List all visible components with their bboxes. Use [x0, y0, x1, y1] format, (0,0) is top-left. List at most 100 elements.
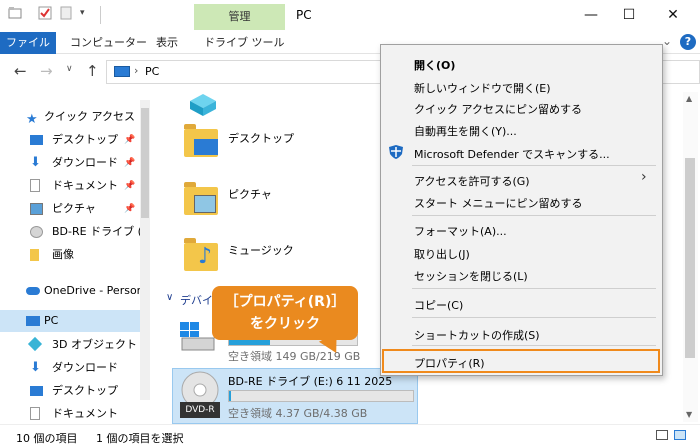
sidebar-scroll-thumb[interactable]: [141, 108, 149, 218]
close-icon[interactable]: ✕: [664, 6, 682, 24]
star-icon: ★: [26, 112, 38, 127]
folder-pictures[interactable]: [184, 182, 218, 215]
menu-item-give-access[interactable]: アクセスを許可する(G): [414, 173, 530, 189]
usage-fill: [229, 391, 231, 401]
menu-separator: [412, 317, 656, 318]
menu-item-properties[interactable]: プロパティ(R): [414, 355, 485, 371]
menu-item-open-new-window[interactable]: 新しいウィンドウで開く(E): [414, 80, 551, 96]
manage-context-tab[interactable]: 管理: [194, 4, 285, 30]
menu-item-pin-start[interactable]: スタート メニューにピン留めする: [414, 195, 583, 211]
tab-drive-tools[interactable]: ドライブ ツール: [204, 32, 285, 54]
sidebar-item-desktop[interactable]: デスクトップ 📌: [0, 129, 140, 151]
cloud-icon: [26, 287, 40, 295]
pin-icon[interactable]: 📌: [124, 129, 135, 151]
help-icon[interactable]: ?: [680, 34, 696, 50]
minimize-icon[interactable]: —: [582, 6, 600, 24]
callout-line2: をクリック: [250, 316, 320, 332]
tab-view[interactable]: 表示: [156, 32, 178, 54]
devices-chevron-icon[interactable]: ∨: [166, 292, 173, 303]
folder-icon: [30, 249, 39, 261]
context-menu: 開く(O) 新しいウィンドウで開く(E) クイック アクセスにピン留めする 自動…: [380, 44, 663, 376]
breadcrumb[interactable]: PC: [145, 65, 159, 78]
folder-icon: [184, 187, 218, 215]
folder-music[interactable]: ♪: [184, 238, 218, 271]
maximize-icon[interactable]: ☐: [620, 6, 638, 24]
details-view-icon[interactable]: [656, 430, 668, 440]
up-arrow-icon[interactable]: ↑: [86, 62, 99, 80]
folder-label[interactable]: デスクトップ: [228, 130, 294, 146]
cube-icon: [27, 336, 43, 352]
sidebar-item-pictures[interactable]: ピクチャ 📌: [0, 198, 140, 220]
menu-separator: [412, 288, 656, 289]
selected-count: 1 個の項目を選択: [96, 432, 184, 445]
properties-check-icon[interactable]: [38, 6, 52, 22]
sidebar-item-images[interactable]: 画像: [0, 244, 140, 266]
qa-dropdown-icon[interactable]: ▾: [80, 8, 85, 18]
tab-computer[interactable]: コンピューター: [70, 32, 147, 54]
menu-item-close-session[interactable]: セッションを閉じる(L): [414, 268, 528, 284]
sidebar-item-desktop-pc[interactable]: デスクトップ: [0, 380, 140, 402]
pin-icon[interactable]: 📌: [124, 198, 135, 220]
menu-item-defender-scan[interactable]: Microsoft Defender でスキャンする...: [414, 146, 610, 162]
document-icon: [30, 407, 40, 420]
picture-icon: [194, 195, 216, 213]
folder-desktop[interactable]: [184, 124, 218, 157]
menu-separator: [412, 165, 656, 166]
breadcrumb-chevron-icon[interactable]: ›: [134, 64, 138, 77]
folder-label[interactable]: ピクチャ: [228, 186, 272, 202]
pc-icon: [26, 316, 40, 326]
sidebar-item-downloads[interactable]: ⬇ ダウンロード 📌: [0, 152, 140, 174]
sidebar-item-quick-access[interactable]: ★ クイック アクセス: [0, 106, 140, 128]
content-scroll-thumb[interactable]: [685, 158, 695, 358]
sidebar-item-onedrive[interactable]: OneDrive - Person: [0, 280, 140, 302]
pin-icon[interactable]: 📌: [124, 152, 135, 174]
download-icon: ⬇: [30, 155, 41, 170]
disc-icon: [30, 226, 43, 238]
sidebar-item-pc[interactable]: PC: [0, 310, 140, 332]
menu-item-eject[interactable]: 取り出し(J): [414, 246, 470, 262]
forward-arrow-icon[interactable]: →: [40, 62, 53, 80]
3d-objects-icon[interactable]: [188, 92, 218, 116]
back-arrow-icon[interactable]: ←: [14, 62, 27, 80]
submenu-chevron-icon: ›: [641, 169, 647, 185]
pc-icon: [114, 66, 130, 77]
menu-separator: [412, 345, 656, 346]
scroll-up-icon[interactable]: ▲: [686, 94, 692, 103]
callout-line1: ［プロパティ(R)］: [224, 294, 346, 310]
item-count: 10 個の項目: [16, 432, 78, 445]
desktop-icon: [30, 135, 43, 145]
dvd-badge: DVD-R: [180, 402, 220, 418]
menu-item-open[interactable]: 開く(O): [414, 57, 455, 73]
menu-item-format[interactable]: フォーマット(A)...: [414, 223, 507, 239]
sidebar-item-documents-pc[interactable]: ドキュメント: [0, 403, 140, 423]
menu-item-create-shortcut[interactable]: ショートカットの作成(S): [414, 327, 540, 343]
music-note-icon: ♪: [198, 244, 213, 269]
sidebar-item-bd-drive[interactable]: BD-RE ドライブ (E:: [0, 221, 140, 243]
large-icons-view-icon[interactable]: [674, 430, 686, 440]
instruction-callout: ［プロパティ(R)］ をクリック: [212, 286, 358, 340]
menu-item-autoplay[interactable]: 自動再生を開く(Y)...: [414, 123, 517, 139]
desktop-icon: [30, 386, 43, 396]
window-title: PC: [296, 8, 312, 22]
menu-item-copy[interactable]: コピー(C): [414, 297, 463, 313]
defender-shield-icon: [388, 144, 404, 160]
explorer-icon[interactable]: [8, 6, 22, 22]
bd-drive-name: BD-RE ドライブ (E:) 6 11 2025: [228, 375, 393, 388]
folder-label[interactable]: ミュージック: [228, 242, 294, 258]
document-icon: [30, 179, 40, 192]
new-folder-icon[interactable]: [60, 6, 74, 22]
divider: [100, 6, 101, 24]
sidebar-item-3d-objects[interactable]: 3D オブジェクト: [0, 334, 140, 356]
sidebar-item-downloads-pc[interactable]: ⬇ ダウンロード: [0, 357, 140, 379]
recent-dropdown-icon[interactable]: ∨: [66, 64, 73, 74]
menu-item-pin-quick-access[interactable]: クイック アクセスにピン留めする: [414, 101, 582, 117]
folder-icon: ♪: [184, 243, 218, 271]
tab-file[interactable]: ファイル: [0, 32, 56, 54]
picture-icon: [30, 203, 43, 215]
ribbon-expand-icon[interactable]: ⌄: [662, 34, 672, 48]
desktop-icon: [194, 139, 218, 155]
sidebar-item-documents[interactable]: ドキュメント 📌: [0, 175, 140, 197]
menu-separator: [412, 215, 656, 216]
pin-icon[interactable]: 📌: [124, 175, 135, 197]
scroll-down-icon[interactable]: ▼: [686, 410, 692, 419]
